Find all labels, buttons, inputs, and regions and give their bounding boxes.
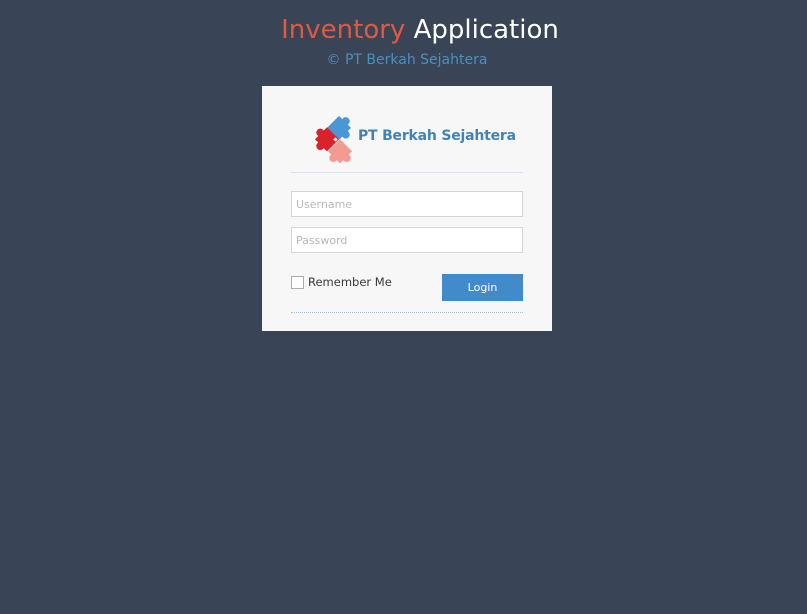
remember-me[interactable]: Remember Me — [291, 275, 392, 289]
brand: PT Berkah Sejahtera — [312, 112, 516, 168]
remember-me-checkbox[interactable] — [291, 275, 304, 289]
login-button[interactable]: Login — [442, 274, 523, 301]
app-title-accent: Inventory — [281, 15, 406, 45]
login-box: PT Berkah Sejahtera Remember Me Login — [262, 86, 552, 331]
brand-name: PT Berkah Sejahtera — [358, 128, 516, 144]
remember-me-label: Remember Me — [308, 275, 392, 289]
divider-top — [291, 172, 523, 173]
app-title: Inventory Application — [0, 12, 807, 48]
username-input[interactable] — [291, 191, 523, 217]
app-title-main: Application — [413, 15, 559, 45]
password-input[interactable] — [291, 227, 523, 253]
divider-bottom — [291, 312, 523, 313]
puzzle-logo-icon — [314, 115, 353, 164]
copyright-text: © PT Berkah Sejahtera — [326, 52, 488, 68]
